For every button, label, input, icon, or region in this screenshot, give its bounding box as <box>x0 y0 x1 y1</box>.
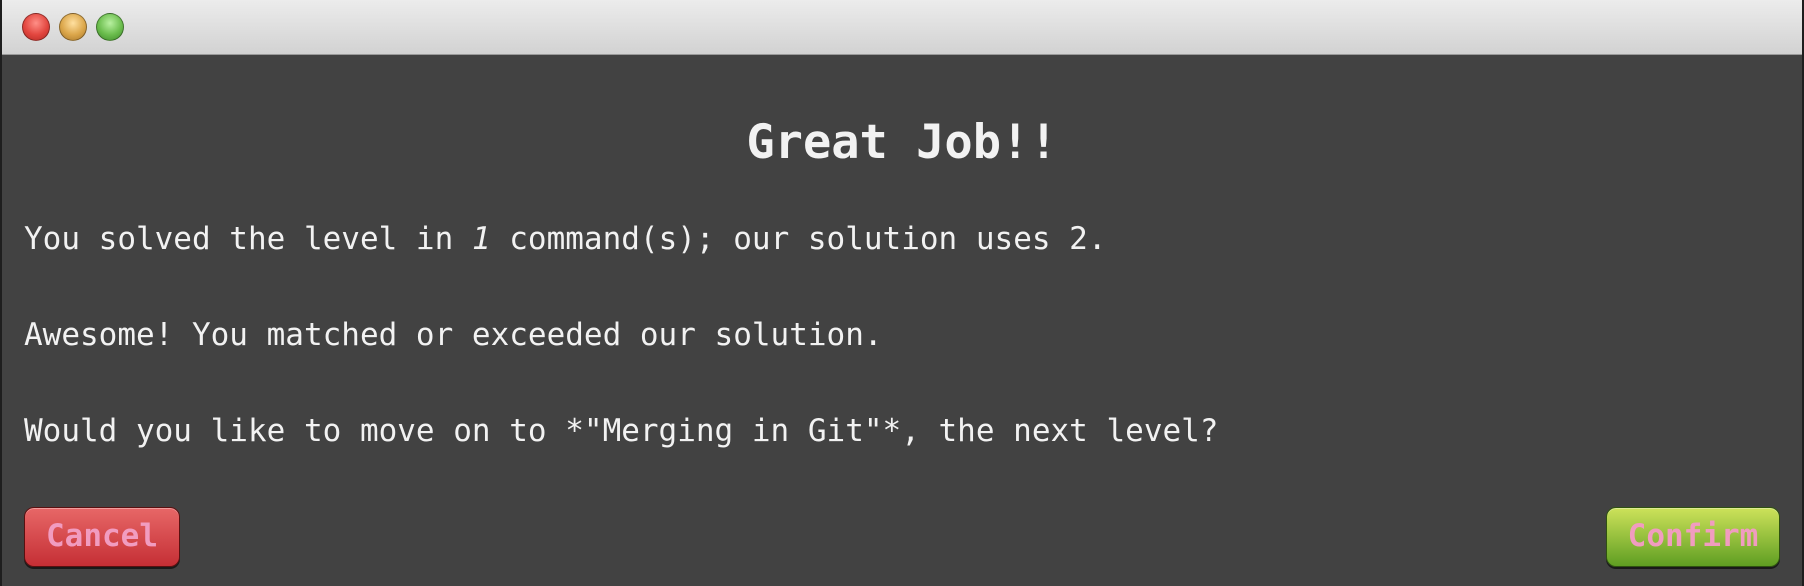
result-message: Awesome! You matched or exceeded our sol… <box>24 317 883 353</box>
confirm-button[interactable]: Confirm <box>1606 507 1780 567</box>
zoom-window-icon[interactable] <box>96 13 124 41</box>
minimize-window-icon[interactable] <box>59 13 87 41</box>
title-bar <box>2 0 1802 55</box>
next-level-prompt: Would you like to move on to *"Merging i… <box>24 413 1219 449</box>
summary-prefix: You solved the level in <box>24 221 472 257</box>
dialog-content: Great Job!! You solved the level in 1 co… <box>2 55 1802 586</box>
dialog-title: Great Job!! <box>746 115 1058 170</box>
command-count: 1 <box>471 221 491 257</box>
cancel-button[interactable]: Cancel <box>24 507 180 567</box>
summary-suffix: command(s); our solution uses 2. <box>490 221 1107 257</box>
solution-summary-text: You solved the level in 1 command(s); ou… <box>24 221 1107 257</box>
dialog-window: Great Job!! You solved the level in 1 co… <box>0 0 1804 586</box>
close-window-icon[interactable] <box>22 13 50 41</box>
